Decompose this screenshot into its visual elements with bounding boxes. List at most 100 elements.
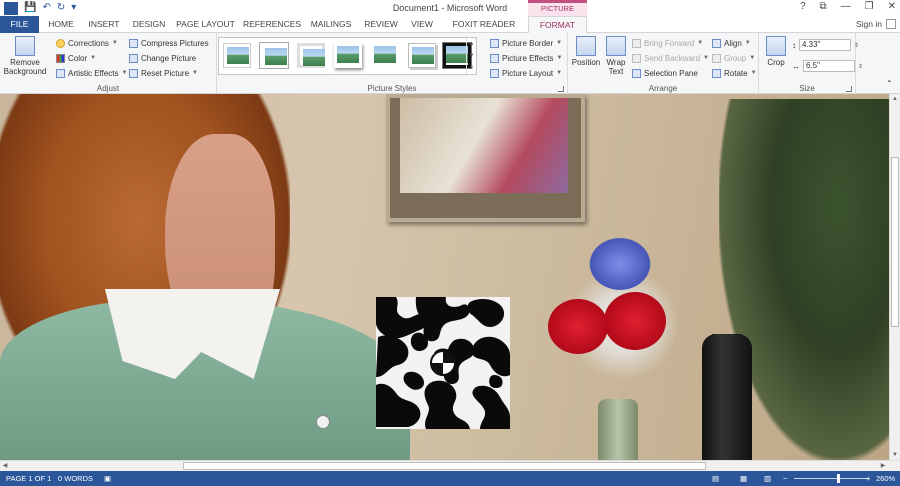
bring-forward-icon [632,38,641,48]
collapse-ribbon-icon[interactable]: ⌃ [886,77,893,89]
selection-pane-button[interactable]: Selection Pane [632,67,698,79]
scroll-left-icon[interactable]: ◀ [0,461,10,471]
tab-references[interactable]: REFERENCES [242,16,302,33]
web-layout-icon[interactable]: ▥ [764,474,771,483]
tab-format[interactable]: FORMAT [528,16,587,34]
picture-styles-gallery[interactable]: ▲ ▼ ≡ [218,37,477,75]
picture-styles-launcher-icon[interactable] [558,86,564,92]
corrections-button[interactable]: Corrections ▼ [56,37,118,49]
zoom-slider[interactable] [794,478,869,479]
shape-width-field[interactable]: ↔ 6.5" ⇕ [792,60,863,72]
spin-icon[interactable]: ⇕ [858,63,863,70]
compress-pictures-icon [129,38,138,48]
tab-design[interactable]: DESIGN [129,16,169,33]
size-group: Crop ↕ 4.33" ⇕ ↔ 6.5" ⇕ Size [759,33,863,94]
picture-layout-icon [490,68,499,78]
tab-page-layout[interactable]: PAGE LAYOUT [174,16,237,33]
help-icon[interactable]: ? [800,1,806,12]
picture-tools-label: PICTURE TOOLS [528,0,587,25]
zoom-out-button[interactable]: − [783,474,787,483]
spin-icon[interactable]: ⇕ [854,42,859,49]
picture-styles-group-label: Picture Styles [367,84,417,93]
vertical-scroll-thumb[interactable] [891,157,899,327]
crop-button[interactable]: Crop [763,36,789,67]
picture-style-simple-frame[interactable] [223,43,251,68]
chevron-down-icon: ▼ [744,40,751,46]
minimize-icon[interactable]: — [841,1,851,12]
picture-style-white-frame[interactable] [260,43,288,68]
document-title: Document1 - Microsoft Word [392,3,508,13]
crop-icon [766,36,786,56]
remove-background-button[interactable]: Remove Background [2,36,48,76]
size-launcher-icon[interactable] [846,86,852,92]
chevron-down-icon: ▼ [90,55,97,61]
scroll-down-icon[interactable]: ▼ [890,450,900,460]
zoom-level[interactable]: 260% [876,474,895,483]
artistic-effects-button[interactable]: Artistic Effects ▼ [56,67,127,79]
height-icon: ↕ [792,40,796,50]
horizontal-scroll-thumb[interactable] [183,462,706,470]
inserted-picture[interactable] [0,94,889,460]
read-mode-icon[interactable]: ▤ [712,474,719,483]
color-button[interactable]: Color ▼ [56,52,96,64]
tab-mailings[interactable]: MAILINGS [306,16,356,33]
rotate-button[interactable]: Rotate ▼ [712,67,757,79]
height-input[interactable]: 4.33" [799,39,851,51]
send-backward-icon [632,53,641,63]
adjust-group-label: Adjust [96,84,120,93]
crosshair-icon [430,350,456,376]
tab-view[interactable]: VIEW [406,16,438,33]
tab-foxit-reader-pdf[interactable]: FOXIT READER PDF [444,16,524,46]
send-backward-button[interactable]: Send Backward ▼ [632,52,709,64]
tab-file[interactable]: FILE [0,16,39,33]
word-count[interactable]: 0 WORDS [58,474,93,483]
sign-in-link[interactable]: Sign in [856,19,882,29]
account-icon[interactable] [886,19,896,29]
zoom-in-button[interactable]: + [866,474,870,483]
reset-picture-button[interactable]: Reset Picture ▼ [129,67,198,79]
tab-home[interactable]: HOME [43,16,79,33]
picture-layout-button[interactable]: Picture Layout ▼ [490,67,562,79]
proofing-icon[interactable]: ▣ [104,474,111,483]
horizontal-scrollbar[interactable]: ◀ ▶ [0,460,900,471]
picture-style-drop-shadow[interactable] [334,43,362,68]
window-controls: ? ⧉ — ❐ ✕ [800,1,896,12]
picture-effects-button[interactable]: Picture Effects ▼ [490,52,562,64]
scroll-right-icon[interactable]: ▶ [878,461,888,471]
print-layout-icon[interactable]: ▦ [740,474,747,483]
width-input[interactable]: 6.5" [803,60,855,72]
picture-border-button[interactable]: Picture Border ▼ [490,37,562,49]
chevron-down-icon: ▼ [111,40,118,46]
bottle-shape [702,334,752,460]
chevron-down-icon: ▼ [121,70,128,76]
bring-forward-button[interactable]: Bring Forward ▼ [632,37,703,49]
chevron-down-icon: ▼ [697,40,704,46]
zoom-slider-thumb[interactable] [837,474,840,483]
compress-pictures-button[interactable]: Compress Pictures [129,37,209,49]
change-picture-button[interactable]: Change Picture [129,52,196,64]
gallery-scroll[interactable]: ▲ ▼ ≡ [466,38,476,74]
tab-insert[interactable]: INSERT [83,16,125,33]
test-target [376,297,510,429]
position-button[interactable]: Position [570,36,602,67]
tab-review[interactable]: REVIEW [361,16,401,33]
red-rose-shape [604,292,666,350]
vertical-scrollbar[interactable]: ▲ ▼ [889,94,900,460]
close-icon[interactable]: ✕ [888,1,896,12]
chevron-down-icon: ▼ [556,55,563,61]
picture-style-reflected[interactable] [408,43,436,68]
picture-style-thick-matte[interactable] [297,43,325,68]
arrange-group-label: Arrange [648,84,678,93]
page-count[interactable]: PAGE 1 OF 1 [6,474,51,483]
restore-icon[interactable]: ❐ [865,1,874,12]
shape-height-field[interactable]: ↕ 4.33" ⇕ [792,39,859,51]
document-canvas[interactable] [0,94,889,460]
ribbon-display-icon[interactable]: ⧉ [820,1,827,12]
ribbon-tabs: FILE HOME INSERT DESIGN PAGE LAYOUT REFE… [0,16,900,46]
align-button[interactable]: Align ▼ [712,37,751,49]
reset-picture-icon [129,68,138,78]
scroll-up-icon[interactable]: ▲ [890,94,900,104]
wrap-text-button[interactable]: Wrap Text [604,36,628,76]
picture-style-rounded[interactable] [371,43,399,68]
group-button[interactable]: Group ▼ [712,52,755,64]
